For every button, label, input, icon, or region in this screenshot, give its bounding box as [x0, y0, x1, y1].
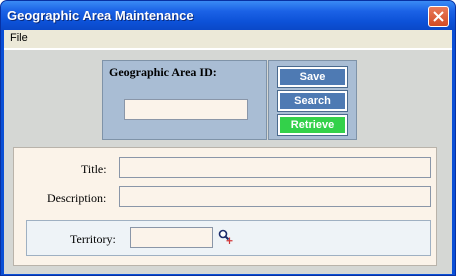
action-buttons-panel: Save Search Retrieve: [268, 60, 357, 140]
territory-label: Territory:: [70, 232, 116, 246]
close-icon[interactable]: [428, 6, 449, 27]
menu-divider: [4, 48, 452, 50]
territory-field[interactable]: [130, 227, 213, 248]
window-title: Geographic Area Maintenance: [7, 8, 194, 23]
territory-box: Territory:: [26, 220, 431, 256]
app-window: Geographic Area Maintenance File Geograp…: [0, 0, 456, 276]
search-button[interactable]: Search: [277, 90, 348, 112]
details-form-panel: Title: Description: Territory:: [13, 147, 437, 266]
geographic-area-id-input[interactable]: [124, 99, 248, 120]
title-label: Title:: [81, 162, 107, 176]
save-button[interactable]: Save: [277, 66, 348, 88]
menu-bar: File: [4, 30, 452, 48]
description-field[interactable]: [119, 186, 431, 207]
title-bar[interactable]: Geographic Area Maintenance: [1, 1, 455, 30]
geographic-area-id-label: Geographic Area ID:: [109, 65, 217, 79]
window-client-area: File Geographic Area ID: Save Search Ret…: [4, 30, 452, 274]
retrieve-button[interactable]: Retrieve: [277, 114, 348, 136]
description-label: Description:: [47, 191, 107, 205]
magnifier-icon[interactable]: [218, 229, 234, 245]
menu-item-file[interactable]: File: [10, 32, 28, 44]
geographic-area-id-panel: Geographic Area ID:: [102, 60, 267, 140]
title-field[interactable]: [119, 157, 431, 178]
